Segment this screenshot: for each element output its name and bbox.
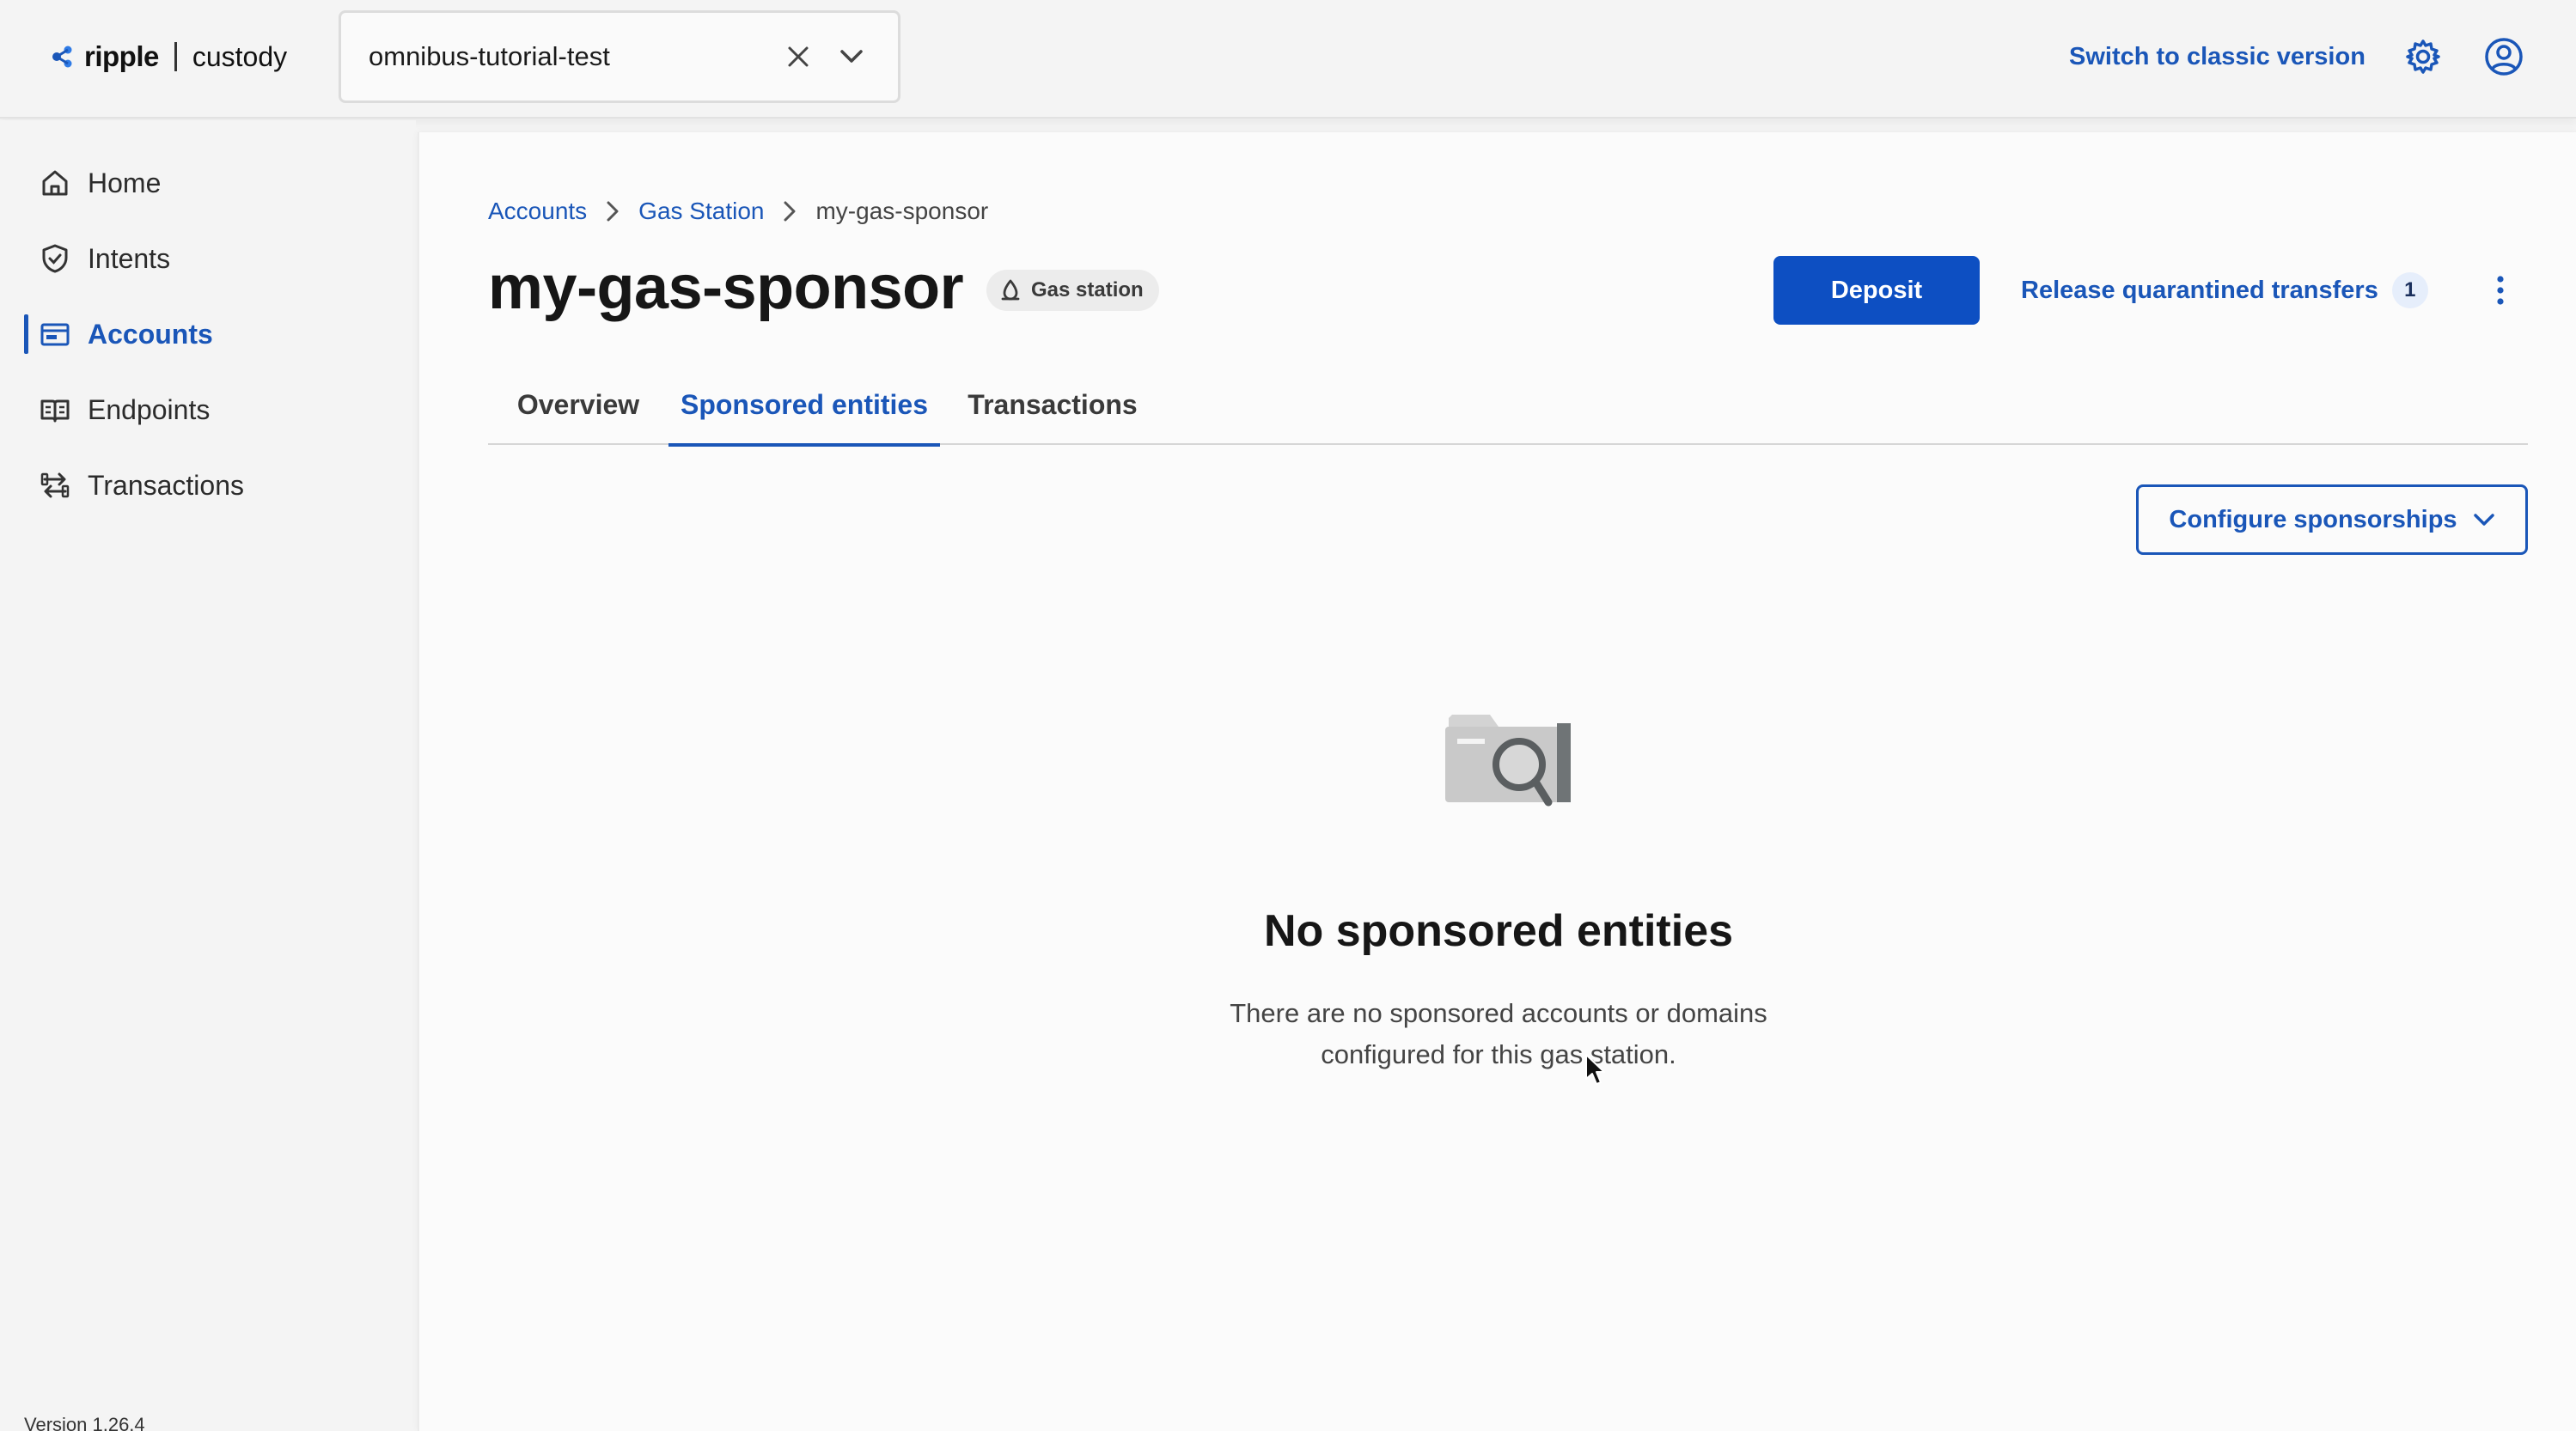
switch-classic-link[interactable]: Switch to classic version — [2069, 38, 2365, 76]
configure-sponsorships-button[interactable]: Configure sponsorships — [2136, 484, 2528, 555]
logo-divider — [174, 42, 177, 71]
sidebar-item-intents[interactable]: Intents — [0, 228, 416, 289]
breadcrumb: Accounts Gas Station my-gas-sponsor — [488, 192, 988, 230]
close-icon[interactable] — [779, 38, 817, 76]
tab-label: Transactions — [968, 388, 1138, 420]
mouse-cursor-icon — [1585, 1054, 1605, 1085]
tab-bar: Overview Sponsored entities Transactions — [488, 364, 2528, 447]
user-circle-icon[interactable] — [2481, 34, 2526, 79]
workspace-value: omnibus-tutorial-test — [369, 41, 610, 71]
transfer-icon — [38, 468, 72, 502]
sidebar-item-home[interactable]: Home — [0, 153, 416, 213]
chevron-down-icon — [2473, 513, 2495, 527]
wallet-icon — [38, 317, 72, 351]
logo-brand: ripple — [84, 40, 159, 72]
chevron-right-icon — [606, 200, 620, 222]
quarantine-count-badge: 1 — [2391, 272, 2428, 308]
tab-transactions[interactable]: Transactions — [940, 364, 1165, 445]
workspace-selector[interactable]: omnibus-tutorial-test — [339, 10, 900, 103]
shield-check-icon — [38, 241, 72, 276]
book-icon — [38, 393, 72, 427]
breadcrumb-accounts[interactable]: Accounts — [488, 198, 587, 225]
page-title: my-gas-sponsor — [488, 253, 964, 322]
badge-label: Gas station — [1031, 278, 1144, 301]
deposit-button[interactable]: Deposit — [1773, 256, 1980, 325]
empty-state-description: There are no sponsored accounts or domai… — [419, 993, 2576, 1075]
empty-state-line-2: configured for this gas station. — [1321, 1039, 1676, 1069]
empty-state-line-1: There are no sponsored accounts or domai… — [1230, 998, 1767, 1028]
gas-station-badge: Gas station — [986, 270, 1159, 311]
tab-label: Sponsored entities — [680, 388, 929, 420]
sidebar-item-label: Accounts — [88, 318, 213, 350]
sidebar-item-label: Endpoints — [88, 393, 211, 425]
chevron-right-icon — [783, 200, 797, 222]
chevron-down-icon[interactable] — [833, 38, 870, 76]
top-bar: ripple custody omnibus-tutorial-test Swi… — [0, 0, 2576, 119]
breadcrumb-current: my-gas-sponsor — [815, 198, 989, 224]
tab-label: Overview — [516, 388, 640, 420]
more-options-icon[interactable] — [2480, 270, 2521, 311]
tab-sponsored-entities[interactable]: Sponsored entities — [668, 364, 940, 447]
main-panel: Accounts Gas Station my-gas-sponsor my-g… — [418, 132, 2576, 1431]
home-icon — [38, 166, 72, 200]
logo-product: custody — [192, 40, 288, 72]
sidebar-item-transactions[interactable]: Transactions — [0, 455, 416, 515]
sidebar-item-endpoints[interactable]: Endpoints — [0, 380, 416, 440]
configure-label: Configure sponsorships — [2169, 505, 2457, 533]
empty-state-title: No sponsored entities — [1263, 906, 1734, 956]
app-version: Version 1.26.4 — [24, 1414, 145, 1431]
release-quarantined-button[interactable]: Release quarantined transfers 1 — [2021, 270, 2428, 311]
sidebar-item-label: Intents — [88, 242, 171, 274]
gas-station-icon — [1000, 278, 1021, 302]
sidebar-item-label: Home — [88, 167, 162, 198]
folder-search-icon — [1445, 706, 1574, 818]
logo[interactable]: ripple custody — [50, 38, 287, 76]
sidebar: Home Intents Accounts Endpoints Transact… — [0, 120, 416, 1431]
tab-overview[interactable]: Overview — [488, 364, 668, 445]
gear-icon[interactable] — [2401, 34, 2445, 79]
release-label: Release quarantined transfers — [2021, 276, 2378, 304]
sidebar-item-accounts[interactable]: Accounts — [0, 304, 416, 364]
ripple-logo-icon — [52, 46, 72, 68]
sidebar-item-label: Transactions — [88, 469, 244, 501]
breadcrumb-gas-station[interactable]: Gas Station — [638, 198, 764, 225]
